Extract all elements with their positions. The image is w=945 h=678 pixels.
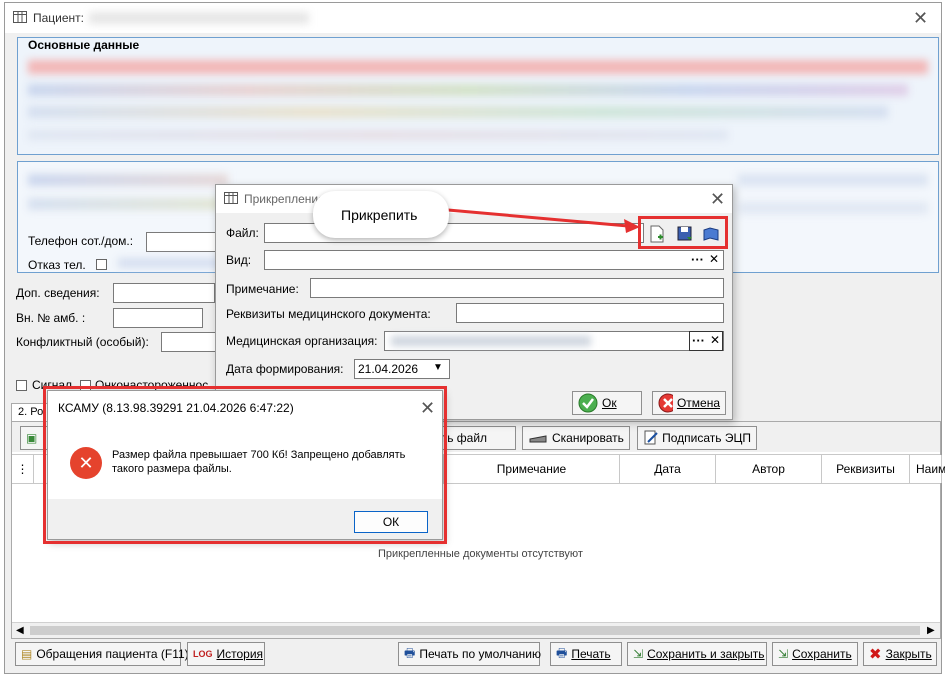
- error-dialog-highlight: [43, 386, 447, 544]
- callout-arrow: [447, 208, 640, 233]
- callout-text: Прикрепить: [341, 207, 418, 223]
- callout-bubble: Прикрепить: [313, 191, 449, 238]
